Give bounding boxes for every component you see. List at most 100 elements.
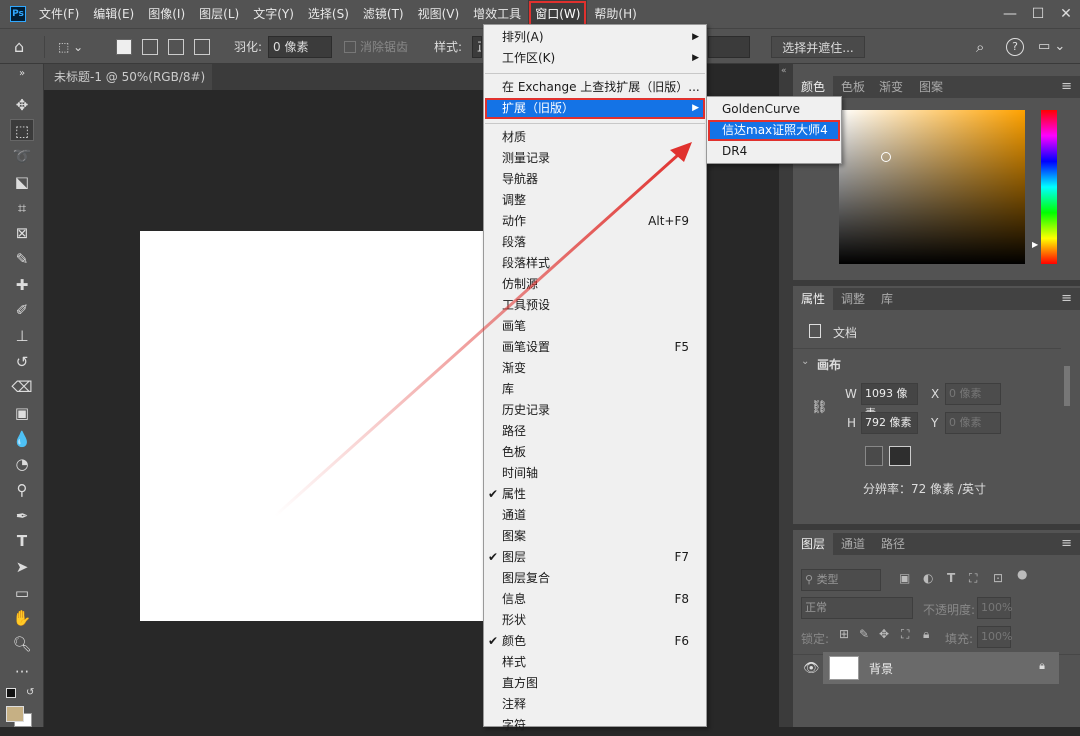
- menu-0[interactable]: 文件(F): [32, 0, 86, 28]
- filter-pixel-icon[interactable]: ▣: [899, 571, 910, 585]
- tab-libraries[interactable]: 库: [873, 288, 901, 310]
- menu-item-3[interactable]: 扩展（旧版） ▶: [485, 98, 705, 119]
- type-tool-icon[interactable]: T: [10, 530, 34, 552]
- tab-adjustments[interactable]: 调整: [833, 288, 873, 310]
- menu-item-23[interactable]: 图案: [485, 526, 705, 547]
- menu-item-16[interactable]: 库: [485, 379, 705, 400]
- menu-3[interactable]: 图层(L): [192, 0, 246, 28]
- menu-6[interactable]: 滤镜(T): [356, 0, 411, 28]
- marquee-tool-icon[interactable]: ⬚: [10, 119, 34, 141]
- color-panel-menu-icon[interactable]: ≡: [1061, 76, 1072, 98]
- default-colors-icon[interactable]: [6, 688, 16, 698]
- tab-layers[interactable]: 图层: [793, 533, 834, 555]
- subtract-selection-icon[interactable]: [168, 39, 184, 55]
- menu-item-25[interactable]: 图层复合: [485, 568, 705, 589]
- menu-item-8[interactable]: 动作 Alt+F9: [485, 211, 705, 232]
- collapse-canvas-icon[interactable]: ⌄: [801, 356, 809, 367]
- blur-tool-icon[interactable]: 💧: [10, 428, 34, 450]
- maximize-button[interactable]: ☐: [1024, 0, 1052, 28]
- eraser-tool-icon[interactable]: ⌫: [10, 376, 34, 398]
- pen-tool-icon[interactable]: ✒: [10, 505, 34, 527]
- menu-item-26[interactable]: 信息 F8: [485, 589, 705, 610]
- lock-position-icon[interactable]: ✥: [879, 627, 889, 641]
- tab-patterns[interactable]: 图案: [911, 76, 951, 98]
- menu-item-4[interactable]: 材质: [485, 127, 705, 148]
- menu-item-7[interactable]: 调整: [485, 190, 705, 211]
- clone-stamp-tool-icon[interactable]: ⊥: [10, 325, 34, 347]
- lock-image-icon[interactable]: ✎: [859, 627, 869, 641]
- properties-panel-menu-icon[interactable]: ≡: [1061, 288, 1072, 310]
- portrait-orientation-icon[interactable]: [865, 446, 883, 466]
- new-selection-icon[interactable]: [116, 39, 132, 55]
- x-input[interactable]: 0 像素: [945, 383, 1001, 405]
- document-tab[interactable]: 未标题-1 @ 50%(RGB/8#) ×: [44, 64, 212, 110]
- menu-item-13[interactable]: 画笔: [485, 316, 705, 337]
- menu-item-28[interactable]: ✔ 颜色 F6: [485, 631, 705, 652]
- menu-1[interactable]: 编辑(E): [86, 0, 141, 28]
- home-icon[interactable]: ⌂: [14, 36, 24, 58]
- add-selection-icon[interactable]: [142, 39, 158, 55]
- menu-item-20[interactable]: 时间轴: [485, 463, 705, 484]
- menu-item-6[interactable]: 导航器: [485, 169, 705, 190]
- menu-item-30[interactable]: 直方图: [485, 673, 705, 694]
- menu-4[interactable]: 文字(Y): [246, 0, 301, 28]
- menu-item-27[interactable]: 形状: [485, 610, 705, 631]
- filter-smart-object-icon[interactable]: ⊡: [993, 571, 1003, 585]
- lasso-tool-icon[interactable]: ➰: [10, 145, 34, 167]
- submenu-item-1[interactable]: 信达max证照大师4: [708, 120, 840, 141]
- height-input[interactable]: [708, 36, 750, 58]
- hand-tool-icon[interactable]: ✋: [10, 607, 34, 629]
- tab-gradients[interactable]: 渐变: [871, 76, 911, 98]
- hue-slider[interactable]: [1041, 110, 1057, 264]
- zoom-lens-tool-icon[interactable]: ⚲: [10, 479, 34, 501]
- submenu-item-0[interactable]: GoldenCurve: [708, 99, 840, 120]
- menu-item-19[interactable]: 色板: [485, 442, 705, 463]
- marquee-preset-icon[interactable]: ⬚ ⌄: [58, 36, 98, 58]
- landscape-orientation-icon[interactable]: [889, 446, 911, 466]
- tab-swatches[interactable]: 色板: [833, 76, 873, 98]
- lock-all-icon[interactable]: 🔒︎: [923, 627, 929, 642]
- tab-paths[interactable]: 路径: [873, 533, 913, 555]
- filter-toggle-icon[interactable]: ●: [1017, 567, 1027, 581]
- menu-2[interactable]: 图像(I): [141, 0, 192, 28]
- menu-item-0[interactable]: 排列(A) ▶: [485, 27, 705, 48]
- collapse-tools-icon[interactable]: »: [10, 68, 34, 80]
- opacity-input[interactable]: 100%: [977, 597, 1012, 619]
- layer-filter-select[interactable]: ⚲ 类型: [801, 569, 881, 591]
- filter-shape-icon[interactable]: ⛶: [969, 571, 977, 586]
- tab-properties[interactable]: 属性: [793, 288, 834, 310]
- document-canvas[interactable]: [140, 231, 484, 621]
- filter-type-icon[interactable]: T: [947, 571, 955, 585]
- antialias-checkbox[interactable]: [344, 41, 356, 53]
- style-select[interactable]: 正: [472, 36, 482, 58]
- crop-tool-icon[interactable]: ⌗: [10, 197, 34, 219]
- menu-item-9[interactable]: 段落: [485, 232, 705, 253]
- menu-item-10[interactable]: 段落样式: [485, 253, 705, 274]
- menu-item-11[interactable]: 仿制源: [485, 274, 705, 295]
- filter-adjustment-icon[interactable]: ◐: [923, 571, 933, 585]
- tab-channels[interactable]: 通道: [833, 533, 873, 555]
- eyedropper-tool-icon[interactable]: ✎: [10, 248, 34, 270]
- link-dimensions-icon[interactable]: ⛓: [811, 400, 828, 415]
- menu-5[interactable]: 选择(S): [301, 0, 356, 28]
- layers-panel-menu-icon[interactable]: ≡: [1061, 533, 1072, 555]
- select-and-mask-button[interactable]: 选择并遮住...: [771, 36, 865, 58]
- minimize-button[interactable]: —: [996, 0, 1024, 28]
- healing-brush-tool-icon[interactable]: ✚: [10, 274, 34, 296]
- frame-tool-icon[interactable]: ⊠: [10, 222, 34, 244]
- swap-colors-icon[interactable]: ↺: [26, 687, 34, 698]
- menu-7[interactable]: 视图(V): [411, 0, 467, 28]
- submenu-item-2[interactable]: DR4: [708, 141, 840, 162]
- lock-artboard-icon[interactable]: ⛶: [901, 627, 909, 642]
- menu-item-12[interactable]: 工具预设: [485, 295, 705, 316]
- lock-transparent-icon[interactable]: ⊞: [839, 627, 849, 641]
- history-brush-tool-icon[interactable]: ↺: [10, 351, 34, 373]
- menu-item-2[interactable]: 在 Exchange 上查找扩展（旧版）...: [485, 77, 705, 98]
- menu-item-24[interactable]: ✔ 图层 F7: [485, 547, 705, 568]
- menu-item-17[interactable]: 历史记录: [485, 400, 705, 421]
- menu-item-18[interactable]: 路径: [485, 421, 705, 442]
- color-field[interactable]: [839, 110, 1025, 264]
- intersect-selection-icon[interactable]: [194, 39, 210, 55]
- brush-tool-icon[interactable]: ✐: [10, 299, 34, 321]
- menu-item-1[interactable]: 工作区(K) ▶: [485, 48, 705, 69]
